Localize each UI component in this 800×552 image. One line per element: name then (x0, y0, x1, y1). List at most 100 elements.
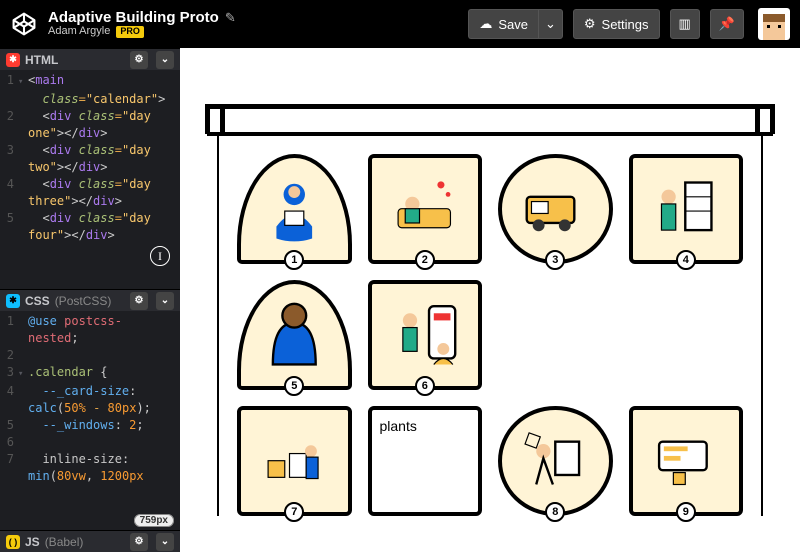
window-number-badge: 9 (676, 502, 696, 522)
html-panel-header[interactable]: ✱ HTML ⚙ ⌄ (0, 48, 180, 70)
js-panel-header[interactable]: ( ) JS (Babel) ⚙ ⌄ (0, 530, 180, 552)
line-number: 4 (0, 383, 18, 400)
fold-icon[interactable]: ▾ (18, 364, 28, 383)
edit-title-icon[interactable]: ✎ (225, 11, 236, 25)
code-line[interactable]: two"></div> (0, 159, 180, 176)
line-number: 7 (0, 451, 18, 468)
code-line[interactable]: 4 --_card-size: (0, 383, 180, 400)
html-panel-label: HTML (25, 53, 58, 67)
js-variant-label: (Babel) (45, 535, 84, 549)
chevron-down-icon: ⌄ (545, 16, 556, 32)
pen-title[interactable]: Adaptive Building Proto (48, 10, 219, 26)
window-illustration-icon (518, 425, 593, 496)
code-text: three"></div> (28, 193, 122, 210)
code-line[interactable]: 2 <div class="day (0, 108, 180, 125)
window-number-badge: 2 (415, 250, 435, 270)
fold-icon[interactable]: ▾ (18, 72, 28, 91)
width-indicator-badge: 759px (134, 514, 174, 527)
css-editor[interactable]: 759px 1@use postcss-nested;23▾.calendar … (0, 311, 180, 530)
code-line[interactable]: 5 --_windows: 2; (0, 417, 180, 434)
building-window: 8 (498, 406, 613, 516)
code-line[interactable]: min(80vw, 1200px (0, 468, 180, 485)
css-settings-icon[interactable]: ⚙ (130, 292, 148, 310)
css-caret-icon[interactable]: ⌄ (156, 292, 174, 310)
building-window: 2 (368, 154, 483, 264)
fold-icon (18, 227, 28, 229)
building-window: 4 (629, 154, 744, 264)
building-window: 6 (368, 280, 483, 390)
title-block: Adaptive Building Proto ✎ Adam Argyle PR… (48, 10, 236, 37)
code-text: four"></div> (28, 227, 115, 244)
fold-icon (18, 108, 28, 110)
line-number: 3 (0, 364, 18, 381)
code-line[interactable]: four"></div> (0, 227, 180, 244)
save-button[interactable]: ☁ Save (468, 9, 538, 39)
code-line[interactable]: 7 inline-size: (0, 451, 180, 468)
user-avatar[interactable] (758, 8, 790, 40)
building-window: 3 (498, 154, 613, 264)
line-number: 1 (0, 72, 18, 89)
css-variant-label: (PostCSS) (55, 294, 112, 308)
settings-button[interactable]: ⚙ Settings (573, 9, 660, 39)
code-line[interactable]: class="calendar"> (0, 91, 180, 108)
fold-icon (18, 451, 28, 453)
fold-icon (18, 176, 28, 178)
code-line[interactable]: nested; (0, 330, 180, 347)
code-text: <div class="day (28, 210, 151, 227)
layout-button[interactable]: ▥ (670, 9, 700, 39)
code-line[interactable]: 1▾<main (0, 72, 180, 91)
settings-label: Settings (602, 17, 649, 32)
author-name[interactable]: Adam Argyle (48, 26, 110, 38)
pin-button[interactable]: 📌 (710, 9, 744, 39)
code-text: <div class="day (28, 142, 151, 159)
html-caret-icon[interactable]: ⌄ (156, 51, 174, 69)
html-settings-icon[interactable]: ⚙ (130, 51, 148, 69)
code-line[interactable]: 2 (0, 347, 180, 364)
css-badge-icon: ✱ (6, 294, 20, 308)
code-text: nested; (28, 330, 79, 347)
js-panel-label: JS (25, 535, 40, 549)
fold-icon (18, 330, 28, 332)
code-line[interactable]: one"></div> (0, 125, 180, 142)
cloud-icon: ☁ (479, 16, 492, 32)
window-number-badge: 1 (284, 250, 304, 270)
code-line[interactable]: 4 <div class="day (0, 176, 180, 193)
html-editor[interactable]: I 1▾<main class="calendar">2 <div class=… (0, 70, 180, 289)
line-number: 4 (0, 176, 18, 193)
css-panel-label: CSS (25, 294, 50, 308)
css-panel-header[interactable]: ✱ CSS (PostCSS) ⚙ ⌄ (0, 289, 180, 311)
js-settings-icon[interactable]: ⚙ (130, 533, 148, 551)
window-illustration-icon (518, 173, 593, 244)
html-badge-icon: ✱ (6, 53, 20, 67)
fold-icon (18, 347, 28, 349)
fold-icon (18, 434, 28, 436)
code-text: <div class="day (28, 176, 151, 193)
fold-icon (18, 125, 28, 127)
line-number: 2 (0, 108, 18, 125)
line-number: 6 (0, 434, 18, 451)
building-window: 7 (237, 406, 352, 516)
codepen-logo-icon[interactable] (10, 10, 38, 38)
code-line[interactable]: 5 <div class="day (0, 210, 180, 227)
fold-icon (18, 91, 28, 93)
window-number-badge: 3 (545, 250, 565, 270)
code-line[interactable]: three"></div> (0, 193, 180, 210)
fold-icon (18, 468, 28, 470)
js-caret-icon[interactable]: ⌄ (156, 533, 174, 551)
fold-icon (18, 417, 28, 419)
code-text: one"></div> (28, 125, 108, 142)
code-line[interactable]: 6 (0, 434, 180, 451)
code-text: .calendar { (28, 364, 108, 381)
window-number-badge: 8 (545, 502, 565, 522)
code-line[interactable]: 3 <div class="day (0, 142, 180, 159)
fold-icon (18, 313, 28, 315)
code-line[interactable]: 3▾.calendar { (0, 364, 180, 383)
save-caret-button[interactable]: ⌄ (538, 9, 563, 39)
pro-badge: PRO (116, 26, 144, 37)
fold-icon (18, 383, 28, 385)
preview-pane: 123456789plants (180, 48, 800, 552)
js-badge-icon: ( ) (6, 535, 20, 549)
code-text: class="calendar"> (28, 91, 165, 108)
code-line[interactable]: 1@use postcss- (0, 313, 180, 330)
code-line[interactable]: calc(50% - 80px); (0, 400, 180, 417)
